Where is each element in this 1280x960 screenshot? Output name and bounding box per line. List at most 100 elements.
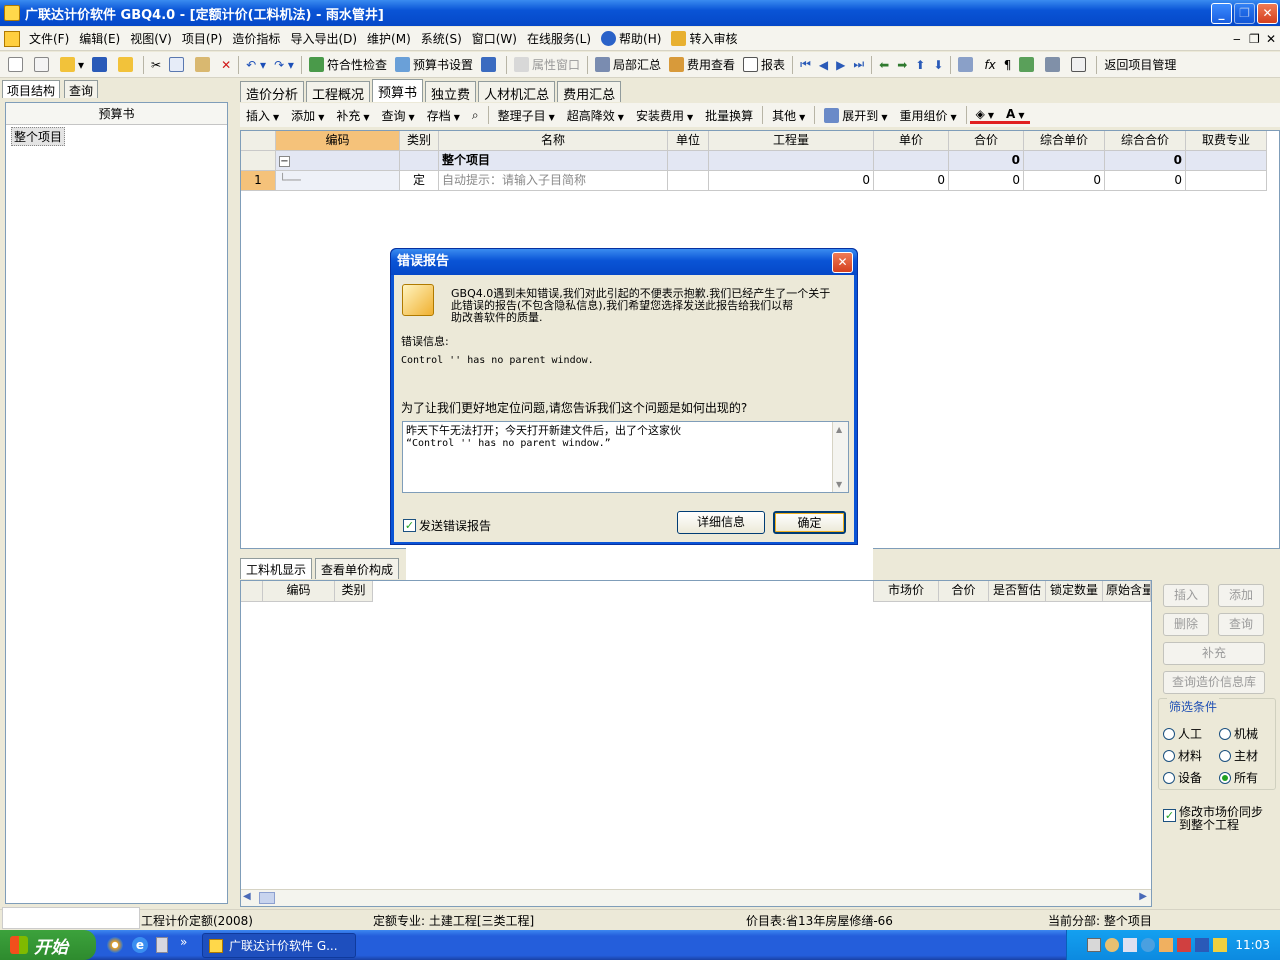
expand-to-dropdown[interactable]: 展开到 ▼	[818, 107, 893, 124]
sync-checkbox[interactable]: ✓ 修改市场价同步到整个工程	[1163, 806, 1267, 832]
media-player-icon[interactable]	[107, 937, 123, 953]
clock[interactable]: 11:03	[1235, 938, 1270, 952]
menu-window[interactable]: 窗口(W)	[467, 30, 522, 47]
tray-icon[interactable]	[1195, 938, 1210, 952]
cube-icon[interactable]	[1015, 54, 1041, 76]
col-fee-category[interactable]: 取费专业	[1186, 131, 1267, 151]
supplement-button[interactable]: 补充	[1163, 642, 1265, 665]
query-dropdown[interactable]: 查询 ▼	[376, 107, 421, 124]
height-reduction-dropdown[interactable]: 超高降效 ▼	[561, 107, 630, 124]
tab-fee-summary[interactable]: 费用汇总	[557, 81, 622, 103]
col-price[interactable]: 单价	[874, 131, 949, 151]
description-textarea[interactable]: 昨天下午无法打开；今天打开新建文件后，出了个这家伙 “Control '' ha…	[402, 421, 849, 493]
send-report-checkbox[interactable]: ✓ 发送错误报告	[403, 517, 491, 534]
query-cost-info-button[interactable]: 查询造价信息库	[1163, 671, 1265, 694]
row-type[interactable]: 定	[400, 171, 439, 191]
col-total[interactable]: 合价	[949, 131, 1024, 151]
supplement-dropdown[interactable]: 补充 ▼	[330, 107, 375, 124]
paragraph-icon[interactable]: ¶	[1000, 54, 1016, 76]
query-button[interactable]: 查询	[1218, 613, 1264, 636]
fill-color-icon[interactable]: ◈ ▼	[969, 107, 1001, 124]
property-window-button[interactable]: 属性窗口	[510, 54, 584, 76]
batch-convert-button[interactable]: 批量换算	[699, 107, 759, 124]
menu-import-export[interactable]: 导入导出(D)	[285, 30, 362, 47]
dialog-close-button[interactable]: ✕	[832, 252, 853, 273]
delete-button[interactable]: 删除	[1163, 613, 1209, 636]
tree-node-root[interactable]: 整个项目	[11, 127, 66, 146]
insert-button[interactable]: 插入	[1163, 584, 1209, 607]
tray-icon[interactable]	[1087, 938, 1102, 952]
tray-icon[interactable]	[1123, 938, 1138, 952]
scroll-right-icon[interactable]: ▶	[1139, 891, 1147, 902]
vertical-scrollbar[interactable]: ▲ ▼	[832, 422, 848, 492]
tray-icon[interactable]	[1105, 938, 1120, 952]
minimize-button[interactable]: _	[1211, 3, 1232, 24]
arrow-up-icon[interactable]: ⬆	[911, 54, 929, 76]
col-provisional[interactable]: 是否暂估	[989, 581, 1046, 602]
font-color-icon[interactable]: A ▼	[1000, 107, 1031, 124]
next-icon[interactable]: ▶	[832, 54, 849, 76]
tray-icon[interactable]	[1141, 938, 1156, 952]
ok-button[interactable]: 确定	[773, 511, 846, 534]
tab-query[interactable]: 查询	[64, 80, 99, 98]
col-quantity[interactable]: 工程量	[709, 131, 874, 151]
row-name[interactable]: 自动提示：请输入子目简称	[439, 171, 668, 191]
col-lock-qty[interactable]: 锁定数量	[1046, 581, 1103, 602]
tray-icon[interactable]	[1177, 938, 1192, 952]
radio-material[interactable]: 材料	[1163, 747, 1202, 764]
scroll-up-icon[interactable]: ▲	[836, 423, 842, 436]
compliance-check-button[interactable]: 符合性检查	[305, 54, 391, 76]
first-icon[interactable]: ⏮	[796, 54, 815, 76]
organize-dropdown[interactable]: 整理子目 ▼	[492, 107, 561, 124]
table-row[interactable]: 1 └── 定 自动提示：请输入子目简称 0 0 0 0 0	[241, 171, 1267, 191]
report-button[interactable]: 报表	[739, 54, 789, 76]
col-total[interactable]: 合价	[939, 581, 989, 602]
redo-icon[interactable]: ↷ ▾	[270, 54, 298, 76]
radio-equipment[interactable]: 设备	[1163, 769, 1202, 786]
new-template-icon[interactable]	[30, 54, 56, 76]
arrow-down-icon[interactable]: ⬇	[929, 54, 947, 76]
document-icon[interactable]	[4, 30, 20, 47]
calc-icon[interactable]	[954, 54, 980, 76]
folder-icon[interactable]	[114, 54, 140, 76]
menu-cost-index[interactable]: 造价指标	[227, 30, 285, 47]
list-icon[interactable]	[1067, 54, 1093, 76]
details-button[interactable]: 详细信息	[677, 511, 765, 534]
scroll-thumb[interactable]	[259, 892, 275, 904]
person-icon[interactable]	[477, 54, 503, 76]
copy-icon[interactable]	[165, 54, 191, 76]
add-dropdown[interactable]: 添加 ▼	[285, 107, 330, 124]
mdi-minimize-button[interactable]: ‒	[1228, 32, 1246, 46]
menu-edit[interactable]: 编辑(E)	[74, 30, 125, 47]
shield-icon[interactable]	[1213, 938, 1228, 952]
save-icon[interactable]	[88, 54, 114, 76]
insert-dropdown[interactable]: 插入 ▼	[240, 107, 285, 124]
undo-icon[interactable]: ↶ ▾	[242, 54, 270, 76]
tab-budget[interactable]: 预算书	[372, 79, 424, 102]
other-dropdown[interactable]: 其他 ▼	[766, 107, 811, 124]
mdi-close-button[interactable]: ✕	[1261, 32, 1280, 46]
col-type[interactable]: 类别	[335, 581, 373, 602]
scroll-left-icon[interactable]: ◀	[243, 891, 251, 902]
cut-icon[interactable]: ✂	[147, 54, 165, 76]
col-comp-price[interactable]: 综合单价	[1024, 131, 1105, 151]
collapse-icon[interactable]: −	[279, 156, 290, 167]
paste-icon[interactable]	[191, 54, 217, 76]
col-code[interactable]: 编码	[276, 131, 400, 151]
tab-labor-material[interactable]: 人材机汇总	[478, 81, 556, 103]
col-unit[interactable]: 单位	[668, 131, 709, 151]
tab-project-structure[interactable]: 项目结构	[2, 80, 61, 98]
checkbox-icon[interactable]: ✓	[1163, 809, 1176, 822]
binoculars-icon[interactable]: ⌕	[466, 108, 485, 123]
restore-button[interactable]: ❐	[1234, 3, 1255, 24]
install-fee-dropdown[interactable]: 安装费用 ▼	[630, 107, 699, 124]
prev-icon[interactable]: ◀	[815, 54, 832, 76]
table-row[interactable]: − 整个项目 0 0	[241, 151, 1267, 171]
scroll-down-icon[interactable]: ▼	[836, 478, 842, 491]
close-button[interactable]: ✕	[1257, 3, 1278, 24]
col-comp-total[interactable]: 综合合价	[1105, 131, 1186, 151]
ie-icon[interactable]: e	[132, 937, 148, 953]
menu-online[interactable]: 在线服务(L)	[522, 30, 596, 47]
tab-labor-material-display[interactable]: 工料机显示	[240, 558, 313, 579]
col-market-price[interactable]: 市场价	[873, 581, 939, 602]
